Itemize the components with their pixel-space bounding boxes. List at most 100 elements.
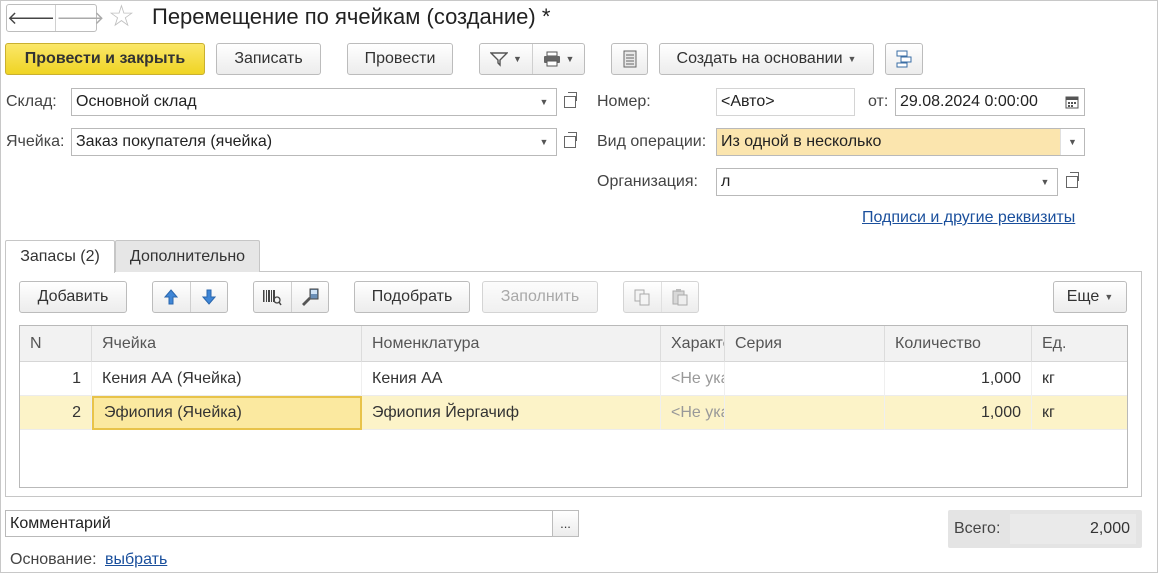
basis-label: Основание: <box>10 551 97 568</box>
arrow-right-icon: 🡒 <box>56 7 105 28</box>
table-row[interactable]: 1 Кения АА (Ячейка) Кения АА <Не указана… <box>20 362 1127 396</box>
paste-button[interactable] <box>660 282 698 312</box>
cell-cell[interactable]: Эфиопия (Ячейка) <box>92 396 362 430</box>
printer-icon <box>543 51 560 67</box>
comment-input[interactable]: Комментарий <box>5 510 553 537</box>
print-button[interactable]: ▼ <box>531 44 584 74</box>
calendar-icon[interactable] <box>1060 89 1084 115</box>
date-value: 29.08.2024 0:00:00 <box>900 93 1038 110</box>
send-button[interactable]: ▼ <box>480 44 532 74</box>
chevron-down-icon[interactable]: ▼ <box>532 89 556 115</box>
send-print-group: ▼ ▼ <box>479 43 585 75</box>
unit-cell[interactable]: кг <box>1032 362 1127 396</box>
send-icon <box>490 52 509 67</box>
report-button[interactable] <box>611 43 648 75</box>
table-row[interactable]: 2 Эфиопия (Ячейка) Эфиопия Йергачиф <Не … <box>20 396 1127 430</box>
tab-additional[interactable]: Дополнительно <box>115 240 260 272</box>
move-up-button[interactable] <box>153 282 190 312</box>
series-cell[interactable] <box>725 396 885 430</box>
comment-expand-button[interactable]: ... <box>552 510 579 537</box>
open-icon[interactable] <box>558 128 582 156</box>
pick-button[interactable]: Подобрать <box>354 281 470 313</box>
warehouse-field[interactable]: Основной склад ▼ <box>71 88 557 116</box>
quantity-cell[interactable]: 1,000 <box>885 396 1032 430</box>
open-icon[interactable] <box>1060 168 1084 196</box>
organization-field[interactable]: л ▼ <box>716 168 1058 196</box>
chevron-down-icon: ▼ <box>1104 292 1114 302</box>
organization-label: Организация: <box>597 173 698 190</box>
date-field[interactable]: 29.08.2024 0:00:00 <box>895 88 1085 116</box>
basis-select-link[interactable]: выбрать <box>105 551 167 569</box>
more-button[interactable]: Еще ▼ <box>1053 281 1127 313</box>
post-and-close-button[interactable]: Провести и закрыть <box>5 43 205 75</box>
copy-button[interactable] <box>624 282 661 312</box>
column-header[interactable]: Серия <box>725 326 885 362</box>
series-cell[interactable] <box>725 362 885 396</box>
tab-stock[interactable]: Запасы (2) <box>5 240 115 273</box>
row-number: 2 <box>20 396 92 430</box>
column-header[interactable]: Характеристика <box>661 326 725 362</box>
cell-cell[interactable]: Кения АА (Ячейка) <box>92 362 362 396</box>
organization-value: л <box>721 173 731 190</box>
column-header[interactable]: Ячейка <box>92 326 362 362</box>
data-collection-terminal-button[interactable] <box>290 282 328 312</box>
column-header[interactable]: Ед. <box>1032 326 1127 362</box>
chevron-down-icon[interactable]: ▼ <box>532 129 556 155</box>
add-button[interactable]: Добавить <box>19 281 127 313</box>
warehouse-label: Склад: <box>6 93 57 110</box>
fill-button[interactable]: Заполнить <box>482 281 598 313</box>
chevron-down-icon[interactable]: ▼ <box>1033 169 1057 195</box>
number-placeholder: <Авто> <box>721 93 775 110</box>
operation-value: Из одной в несколько <box>721 133 882 150</box>
cell-value: Заказ покупателя (ячейка) <box>76 133 273 150</box>
total-label: Всего: <box>954 520 1001 537</box>
arrow-down-icon <box>201 289 216 305</box>
operation-field[interactable]: Из одной в несколько ▼ <box>716 128 1085 156</box>
create-based-on-label: Создать на основании <box>676 50 843 67</box>
scan-group <box>253 281 329 313</box>
barcode-icon <box>263 290 283 306</box>
column-header[interactable]: Номенклатура <box>362 326 661 362</box>
chevron-down-icon: ▼ <box>565 54 575 64</box>
move-group <box>152 281 228 313</box>
date-label: от: <box>868 93 889 110</box>
more-label: Еще <box>1066 288 1100 305</box>
characteristic-cell[interactable]: <Не указана> <box>661 362 725 396</box>
copy-icon <box>634 289 650 306</box>
document-list-icon <box>623 50 636 68</box>
save-button[interactable]: Записать <box>216 43 321 75</box>
signatures-link[interactable]: Подписи и другие реквизиты <box>862 209 1075 227</box>
arrow-up-icon <box>164 289 179 305</box>
arrow-left-icon: 🡐 <box>7 7 56 28</box>
unit-cell[interactable]: кг <box>1032 396 1127 430</box>
copy-paste-group <box>623 281 699 313</box>
number-label: Номер: <box>597 93 651 110</box>
column-header[interactable]: Количество <box>885 326 1032 362</box>
cell-field[interactable]: Заказ покупателя (ячейка) ▼ <box>71 128 557 156</box>
operation-label: Вид операции: <box>597 133 707 150</box>
barcode-search-button[interactable] <box>254 282 291 312</box>
quantity-cell[interactable]: 1,000 <box>885 362 1032 396</box>
item-cell[interactable]: Кения АА <box>362 362 661 396</box>
create-based-on-button[interactable]: Создать на основании ▼ <box>659 43 874 75</box>
comment-placeholder: Комментарий <box>10 514 111 532</box>
chevron-down-icon[interactable]: ▼ <box>1060 129 1084 155</box>
chevron-down-icon: ▼ <box>847 54 857 64</box>
column-header[interactable]: N <box>20 326 92 362</box>
item-cell[interactable]: Эфиопия Йергачиф <box>362 396 661 430</box>
paste-icon <box>672 289 688 306</box>
move-down-button[interactable] <box>189 282 227 312</box>
table-header: N Ячейка Номенклатура Характеристика Сер… <box>20 326 1127 362</box>
stock-table[interactable]: N Ячейка Номенклатура Характеристика Сер… <box>19 325 1128 488</box>
warehouse-value: Основной склад <box>76 93 197 110</box>
back-button[interactable]: 🡐 <box>7 5 55 31</box>
nav-buttons: 🡐 🡒 <box>6 4 105 32</box>
post-button[interactable]: Провести <box>347 43 453 75</box>
characteristic-cell[interactable]: <Не указана> <box>661 396 725 430</box>
open-icon[interactable] <box>558 88 582 116</box>
structure-button[interactable] <box>885 43 923 75</box>
scanner-icon <box>301 288 319 306</box>
forward-button[interactable]: 🡒 <box>55 5 105 31</box>
star-icon[interactable]: ☆ <box>108 2 135 32</box>
number-field[interactable]: <Авто> <box>716 88 855 116</box>
